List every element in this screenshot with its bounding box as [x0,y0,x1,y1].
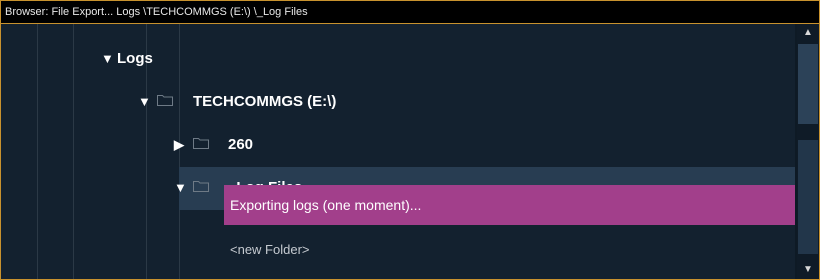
file-export-browser-window: Browser: File Export... Logs \TECHCOMMGS… [0,0,820,280]
new-folder-item[interactable]: <new Folder> [230,242,310,257]
folder-icon [157,95,173,106]
vertical-scrollbar[interactable]: ▲ ▼ [797,24,819,279]
tree-item-logs[interactable]: ▼ Logs [1,38,795,81]
tree-item-drive[interactable]: ▼ TECHCOMMGS (E:\) [1,81,795,124]
export-status-message: Exporting logs (one moment)... [224,185,795,225]
chevron-down-icon[interactable]: ▼ [174,180,187,195]
chevron-right-icon[interactable]: ▶ [174,137,184,153]
scrollbar-thumb[interactable] [798,44,818,124]
window-title: Browser: File Export... Logs \TECHCOMMGS… [1,1,819,24]
tree-item-label: Logs [117,50,153,67]
folder-icon [193,138,209,149]
chevron-down-icon[interactable]: ▼ [138,94,151,109]
tree-item-label: TECHCOMMGS (E:\) [193,93,337,110]
tree-item-260[interactable]: ▶ 260 [1,124,795,167]
folder-icon [193,181,209,192]
folder-tree: ▼ Logs ▼ TECHCOMMGS (E:\) ▶ 260 ▼ _Log F… [1,24,795,279]
scroll-down-icon[interactable]: ▼ [797,261,819,279]
tree-item-label: 260 [228,136,254,153]
scrollbar-track[interactable] [798,140,818,254]
chevron-down-icon[interactable]: ▼ [101,51,114,66]
scroll-up-icon[interactable]: ▲ [797,24,819,42]
